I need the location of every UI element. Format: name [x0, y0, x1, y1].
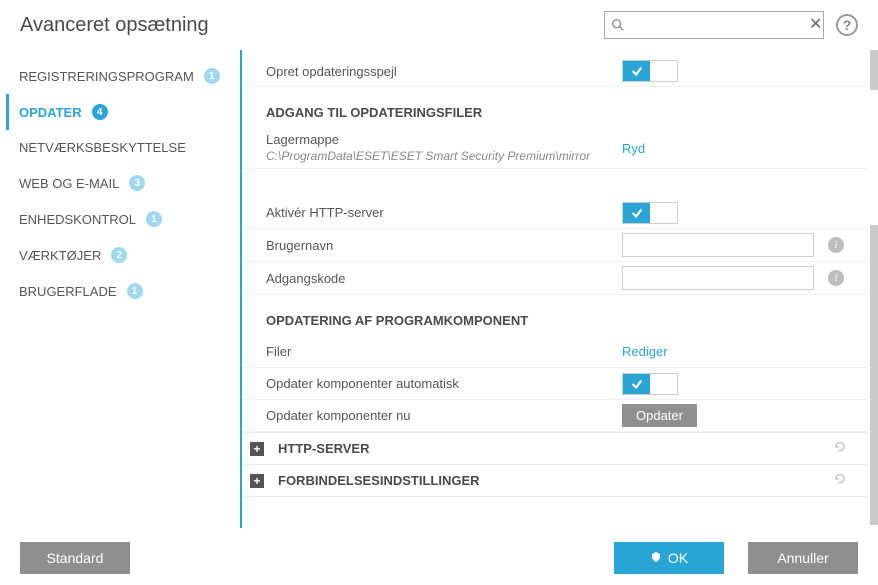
- sidebar-item-label: REGISTRERINGSPROGRAM: [19, 69, 194, 84]
- sidebar-badge: 1: [127, 283, 143, 299]
- files-edit-link[interactable]: Rediger: [622, 344, 668, 359]
- cancel-button[interactable]: Annuller: [748, 542, 858, 574]
- sidebar-badge: 2: [111, 247, 127, 263]
- sidebar: REGISTRERINGSPROGRAM 1 OPDATER 4 NETVÆRK…: [0, 50, 240, 528]
- auto-update-label: Opdater komponenter automatisk: [266, 376, 622, 391]
- http-enable-label: Aktivér HTTP-server: [266, 205, 622, 220]
- sidebar-item-web-og-email[interactable]: WEB OG E-MAIL 3: [6, 165, 240, 201]
- section-heading-storage: ADGANG TIL OPDATERINGSFILER: [242, 87, 868, 128]
- footer: Standard OK Annuller: [0, 530, 878, 585]
- content-panel: Opret opdateringsspejl ADGANG TIL OPDATE…: [240, 50, 878, 528]
- username-label: Brugernavn: [266, 238, 622, 253]
- revert-icon[interactable]: [832, 471, 848, 490]
- update-now-button[interactable]: Opdater: [622, 404, 697, 427]
- expand-icon: +: [250, 442, 264, 456]
- help-button[interactable]: ?: [836, 14, 858, 36]
- sidebar-item-vaerktojer[interactable]: VÆRKTØJER 2: [6, 237, 240, 273]
- expander-http-server[interactable]: + HTTP-SERVER: [242, 432, 868, 465]
- revert-icon[interactable]: [832, 439, 848, 458]
- sidebar-item-opdater[interactable]: OPDATER 4: [6, 94, 240, 130]
- sidebar-item-label: WEB OG E-MAIL: [19, 176, 119, 191]
- sidebar-item-netvaerksbeskyttelse[interactable]: NETVÆRKSBESKYTTELSE: [6, 130, 240, 165]
- sidebar-item-registreringsprogram[interactable]: REGISTRERINGSPROGRAM 1: [6, 58, 240, 94]
- sidebar-item-label: ENHEDSKONTROL: [19, 212, 136, 227]
- http-enable-toggle[interactable]: [622, 202, 678, 224]
- search-box[interactable]: ✕: [604, 11, 824, 39]
- sidebar-badge: 1: [146, 211, 162, 227]
- mirror-toggle[interactable]: [622, 60, 678, 82]
- expander-label: HTTP-SERVER: [278, 441, 370, 456]
- sidebar-item-brugerflade[interactable]: BRUGERFLADE 1: [6, 273, 240, 309]
- help-icon: ?: [843, 17, 852, 33]
- mirror-label: Opret opdateringsspejl: [266, 64, 622, 79]
- update-now-label: Opdater komponenter nu: [266, 408, 622, 423]
- scroll-thumb[interactable]: [870, 225, 878, 525]
- search-input[interactable]: [625, 13, 809, 37]
- sidebar-badge: 4: [92, 104, 108, 120]
- shield-icon: [650, 550, 662, 566]
- section-heading-component: OPDATERING AF PROGRAMKOMPONENT: [242, 295, 868, 336]
- folder-label: Lagermappe: [266, 132, 622, 149]
- search-icon: [611, 18, 625, 32]
- sidebar-badge: 3: [129, 175, 145, 191]
- auto-update-toggle[interactable]: [622, 373, 678, 395]
- sidebar-badge: 1: [204, 68, 220, 84]
- sidebar-item-enhedskontrol[interactable]: ENHEDSKONTROL 1: [6, 201, 240, 237]
- expander-forbindelsesindstillinger[interactable]: + FORBINDELSESINDSTILLINGER: [242, 465, 868, 497]
- scrollbar[interactable]: [868, 50, 878, 528]
- sidebar-item-label: NETVÆRKSBESKYTTELSE: [19, 140, 186, 155]
- page-title: Avanceret opsætning: [20, 14, 604, 37]
- ok-button-label: OK: [668, 550, 688, 566]
- ok-button[interactable]: OK: [614, 542, 724, 574]
- clear-search-icon[interactable]: ✕: [809, 17, 822, 33]
- default-button[interactable]: Standard: [20, 542, 130, 574]
- scroll-thumb[interactable]: [870, 50, 878, 90]
- folder-path: C:\ProgramData\ESET\ESET Smart Security …: [266, 149, 622, 165]
- expand-icon: +: [250, 474, 264, 488]
- files-label: Filer: [266, 344, 622, 359]
- expander-label: FORBINDELSESINDSTILLINGER: [278, 473, 480, 488]
- sidebar-item-label: BRUGERFLADE: [19, 284, 117, 299]
- password-input[interactable]: [622, 266, 814, 290]
- info-icon[interactable]: i: [828, 270, 844, 286]
- info-icon[interactable]: i: [828, 237, 844, 253]
- sidebar-item-label: OPDATER: [19, 105, 82, 120]
- sidebar-item-label: VÆRKTØJER: [19, 248, 101, 263]
- clear-folder-link[interactable]: Ryd: [622, 141, 645, 156]
- password-label: Adgangskode: [266, 271, 622, 286]
- username-input[interactable]: [622, 233, 814, 257]
